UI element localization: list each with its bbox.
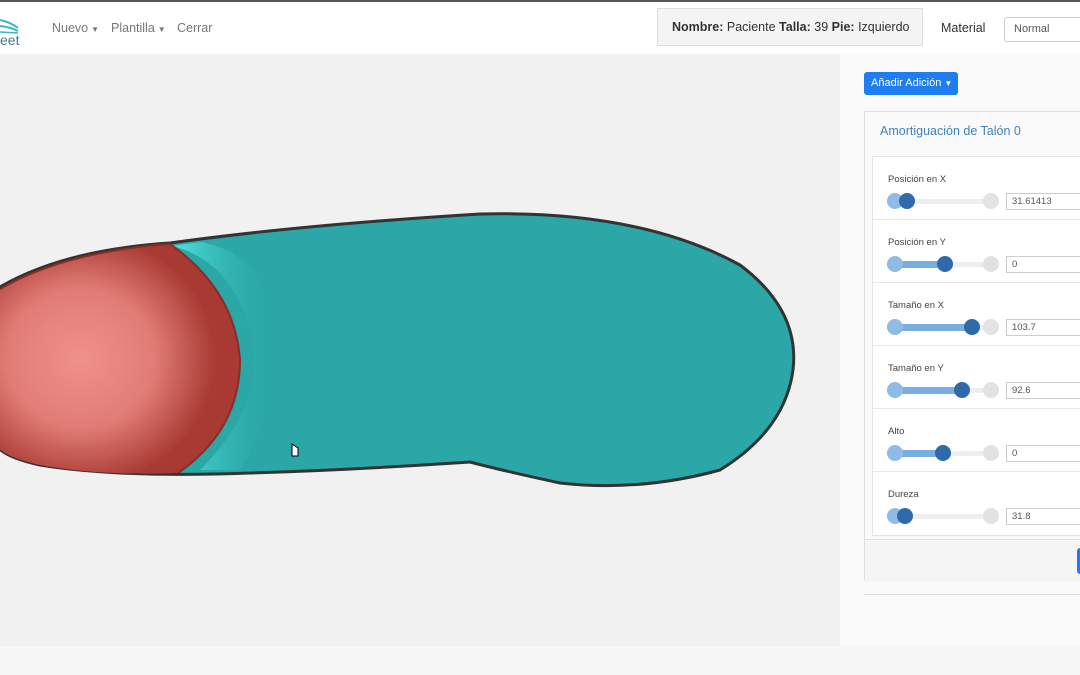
slider-value-handle[interactable] bbox=[897, 508, 913, 524]
param-label: Posición en X bbox=[888, 174, 947, 185]
material-label: Material bbox=[941, 21, 986, 35]
param-row: Alto 0 bbox=[873, 409, 1080, 472]
slider-value-handle[interactable] bbox=[964, 319, 980, 335]
footer bbox=[0, 646, 1080, 675]
nav-plantilla[interactable]: Plantilla ▼ bbox=[111, 21, 166, 35]
nav-nuevo-label: Nuevo bbox=[52, 21, 89, 35]
param-input[interactable]: 103.7 bbox=[1006, 319, 1080, 336]
param-label: Tamaño en Y bbox=[888, 363, 944, 374]
param-label: Dureza bbox=[888, 489, 919, 500]
card-footer bbox=[865, 539, 1080, 582]
foot-label: Pie: bbox=[831, 20, 855, 34]
slider-max-handle[interactable] bbox=[983, 193, 999, 209]
param-slider[interactable] bbox=[887, 508, 999, 524]
param-row: Posición en Y 0 bbox=[873, 220, 1080, 283]
card-title[interactable]: Amortiguación de Talón 0 bbox=[880, 124, 1021, 138]
param-input[interactable]: 31.8 bbox=[1006, 508, 1080, 525]
window-border bbox=[0, 0, 1080, 2]
param-row: Dureza 31.8 bbox=[873, 472, 1080, 535]
nav-plantilla-label: Plantilla bbox=[111, 21, 155, 35]
param-row: Posición en X 31.61413 bbox=[873, 157, 1080, 220]
slider-max-handle[interactable] bbox=[983, 382, 999, 398]
slider-value-handle[interactable] bbox=[935, 445, 951, 461]
size-value: 39 bbox=[814, 20, 829, 34]
param-slider[interactable] bbox=[887, 256, 999, 272]
add-addition-label: Añadir Adición bbox=[871, 77, 942, 89]
param-row: Tamaño en Y 92.6 bbox=[873, 346, 1080, 409]
size-label: Talla: bbox=[779, 20, 811, 34]
brand-name: eet bbox=[0, 32, 20, 48]
nav-cerrar[interactable]: Cerrar bbox=[177, 21, 212, 35]
param-slider[interactable] bbox=[887, 382, 999, 398]
divider bbox=[864, 594, 1080, 595]
param-list: Posición en X 31.61413 Posición en Y 0 Tam… bbox=[872, 156, 1080, 536]
param-row: Tamaño en X 103.7 bbox=[873, 283, 1080, 346]
slider-max-handle[interactable] bbox=[983, 256, 999, 272]
param-slider[interactable] bbox=[887, 445, 999, 461]
caret-down-icon: ▼ bbox=[944, 79, 953, 88]
slider-min-handle[interactable] bbox=[887, 382, 903, 398]
slider-value-handle[interactable] bbox=[937, 256, 953, 272]
param-input[interactable]: 31.61413 bbox=[1006, 193, 1080, 210]
3d-viewer[interactable] bbox=[0, 54, 840, 646]
caret-down-icon: ▼ bbox=[91, 25, 100, 34]
param-label: Tamaño en X bbox=[888, 300, 944, 311]
param-slider[interactable] bbox=[887, 319, 999, 335]
slider-min-handle[interactable] bbox=[887, 445, 903, 461]
slider-value-handle[interactable] bbox=[899, 193, 915, 209]
slider-max-handle[interactable] bbox=[983, 445, 999, 461]
heel-pad bbox=[0, 244, 240, 474]
slider-max-handle[interactable] bbox=[983, 319, 999, 335]
slider-min-handle[interactable] bbox=[887, 256, 903, 272]
patient-info: Nombre: Paciente Talla: 39 Pie: Izquierd… bbox=[657, 8, 923, 46]
add-addition-button[interactable]: Añadir Adición ▼ bbox=[864, 72, 958, 95]
name-label: Nombre: bbox=[672, 20, 724, 34]
caret-down-icon: ▼ bbox=[157, 25, 166, 34]
foot-value: Izquierdo bbox=[858, 20, 910, 34]
slider-max-handle[interactable] bbox=[983, 508, 999, 524]
name-value: Paciente bbox=[726, 20, 776, 34]
param-label: Alto bbox=[888, 426, 905, 437]
param-label: Posición en Y bbox=[888, 237, 946, 248]
param-input[interactable]: 0 bbox=[1006, 445, 1080, 462]
nav-nuevo[interactable]: Nuevo ▼ bbox=[52, 21, 99, 35]
param-input[interactable]: 92.6 bbox=[1006, 382, 1080, 399]
insole-model bbox=[0, 212, 796, 488]
slider-min-handle[interactable] bbox=[887, 319, 903, 335]
slider-value-handle[interactable] bbox=[954, 382, 970, 398]
material-select[interactable]: Normal bbox=[1004, 17, 1080, 42]
param-slider[interactable] bbox=[887, 193, 999, 209]
addition-card: Amortiguación de Talón 0 Posición en X 3… bbox=[864, 111, 1080, 582]
param-input[interactable]: 0 bbox=[1006, 256, 1080, 273]
